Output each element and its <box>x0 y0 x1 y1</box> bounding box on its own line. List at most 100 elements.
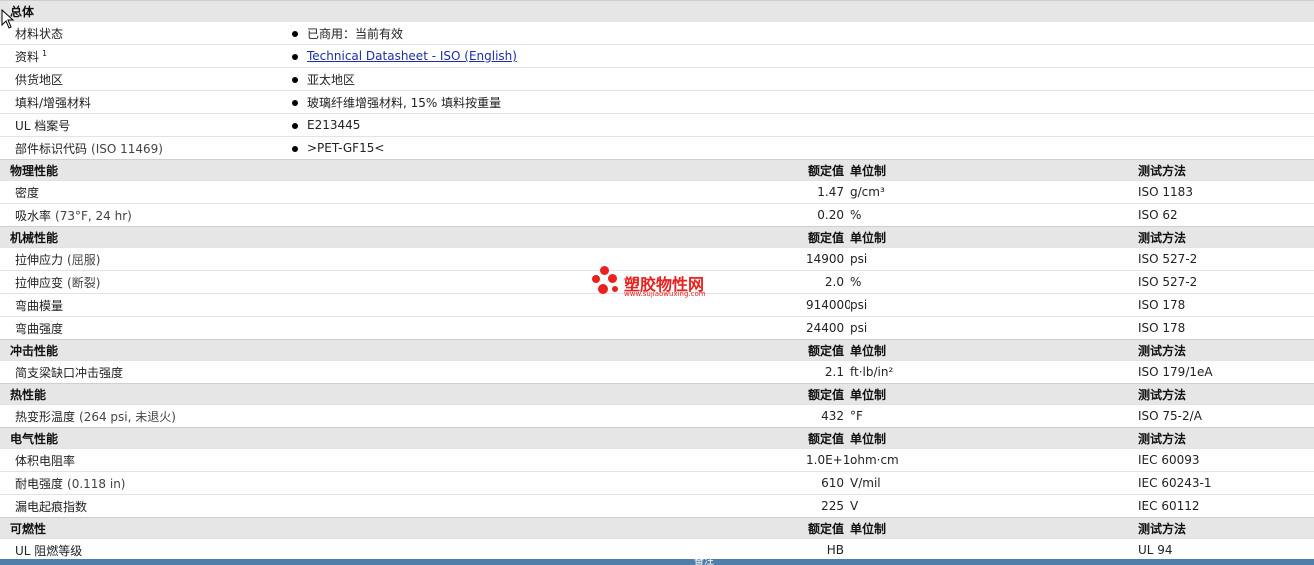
property-label: 拉伸应力 <box>15 252 64 267</box>
nominal-value: 24400 <box>806 316 850 340</box>
property-label: UL 档案号 <box>15 118 71 133</box>
nominal-value: 610 <box>806 471 850 495</box>
header-unit: 单位制 <box>850 159 1138 181</box>
property-label: 部件标识代码 <box>15 141 88 156</box>
property-cell: 拉伸应变 (断裂) <box>0 270 286 294</box>
header-value: 额定值 <box>806 159 850 181</box>
nominal-value: 2.1 <box>806 360 850 384</box>
section-header: 冲击性能 额定值 单位制 测试方法 <box>0 339 1314 361</box>
property-label: 热变形温度 <box>15 409 76 424</box>
property-label: 体积电阻率 <box>15 453 76 468</box>
section-spacer <box>286 0 1314 22</box>
unit-value: ft·lb/in² <box>850 360 1138 384</box>
property-condition: (屈服) <box>67 252 101 267</box>
test-method: ISO 527-2 <box>1138 247 1314 271</box>
property-label: UL 阻燃等级 <box>15 543 83 558</box>
header-method: 测试方法 <box>1138 427 1314 449</box>
table-row: 供货地区 亚太地区 <box>0 67 1314 91</box>
section-title: 电气性能 <box>0 427 286 449</box>
property-condition: (73°F, 24 hr) <box>55 208 132 223</box>
property-label: 耐电强度 <box>15 476 64 491</box>
row-spacer <box>286 448 806 472</box>
property-label: 资料 <box>15 49 40 64</box>
bullet-icon <box>292 100 298 106</box>
unit-value: psi <box>850 316 1138 340</box>
property-cell: 热变形温度 (264 psi, 未退火) <box>0 404 286 428</box>
row-spacer <box>286 360 806 384</box>
datasheet-link[interactable]: Technical Datasheet - ISO (English) <box>307 49 517 63</box>
unit-value <box>850 538 1138 561</box>
property-label: 弯曲模量 <box>15 298 64 313</box>
table-row: 耐电强度 (0.118 in) 610 V/mil IEC 60243-1 <box>0 471 1314 495</box>
header-value: 额定值 <box>806 517 850 539</box>
nominal-value: 2.0 <box>806 270 850 294</box>
watermark-url: www.sujiaowuxing.com <box>624 290 706 298</box>
row-spacer <box>286 203 806 227</box>
property-cell: 弯曲强度 <box>0 316 286 340</box>
header-method: 测试方法 <box>1138 339 1314 361</box>
nominal-value: 1.0E+17 <box>806 448 850 472</box>
test-method: IEC 60093 <box>1138 448 1314 472</box>
value-cell: 已商用：当前有效 <box>286 21 1314 45</box>
table-row: 简支梁缺口冲击强度 2.1 ft·lb/in² ISO 179/1eA <box>0 360 1314 384</box>
test-method: ISO 178 <box>1138 293 1314 317</box>
property-label: 吸水率 <box>15 208 52 223</box>
property-cell: 部件标识代码 (ISO 11469) <box>0 136 286 160</box>
header-method: 测试方法 <box>1138 383 1314 405</box>
property-cell: 耐电强度 (0.118 in) <box>0 471 286 495</box>
section-header: 机械性能 额定值 单位制 测试方法 <box>0 226 1314 248</box>
table-row: 资料 1 Technical Datasheet - ISO (English) <box>0 44 1314 68</box>
property-condition: (断裂) <box>67 275 101 290</box>
property-label: 密度 <box>15 185 40 200</box>
footer-bar <box>0 559 1314 565</box>
section-spacer <box>286 226 806 248</box>
header-method: 测试方法 <box>1138 159 1314 181</box>
test-method: IEC 60112 <box>1138 494 1314 518</box>
table-row: 填料/增强材料 玻璃纤维增强材料, 15% 填料按重量 <box>0 90 1314 114</box>
test-method: UL 94 <box>1138 538 1314 561</box>
header-unit: 单位制 <box>850 383 1138 405</box>
property-label: 弯曲强度 <box>15 321 64 336</box>
property-label: 拉伸应变 <box>15 275 64 290</box>
header-value: 额定值 <box>806 226 850 248</box>
nominal-value: 0.20 <box>806 203 850 227</box>
table-row: 部件标识代码 (ISO 11469) >PET-GF15< <box>0 136 1314 160</box>
property-cell: 拉伸应力 (屈服) <box>0 247 286 271</box>
row-spacer <box>286 494 806 518</box>
property-value: 亚太地区 <box>307 72 356 87</box>
table-row: 体积电阻率 1.0E+17ohm·cmIEC 60093 <box>0 448 1314 472</box>
section-title: 机械性能 <box>0 226 286 248</box>
property-cell: 体积电阻率 <box>0 448 286 472</box>
test-method: ISO 527-2 <box>1138 270 1314 294</box>
property-condition: (ISO 11469) <box>91 141 163 156</box>
row-spacer <box>286 538 806 561</box>
section-header: 可燃性 额定值 单位制 测试方法 <box>0 517 1314 539</box>
row-spacer <box>286 316 806 340</box>
property-cell: UL 阻燃等级 <box>0 538 286 561</box>
property-label: 供货地区 <box>15 72 64 87</box>
row-spacer <box>286 404 806 428</box>
section-spacer <box>286 159 806 181</box>
header-method: 测试方法 <box>1138 226 1314 248</box>
section-spacer <box>286 517 806 539</box>
bullet-icon <box>292 145 298 152</box>
nominal-value: 432 <box>806 404 850 428</box>
nominal-value: HB <box>806 538 850 561</box>
unit-value: g/cm³ <box>850 180 1138 204</box>
property-cell: 弯曲模量 <box>0 293 286 317</box>
property-cell: 填料/增强材料 <box>0 90 286 114</box>
property-cell: 密度 <box>0 180 286 204</box>
property-label: 漏电起痕指数 <box>15 499 88 514</box>
section-spacer <box>286 339 806 361</box>
header-unit: 单位制 <box>850 517 1138 539</box>
header-method: 测试方法 <box>1138 517 1314 539</box>
unit-value: V/mil <box>850 471 1138 495</box>
section-title: 总体 <box>0 0 286 22</box>
bullet-icon <box>292 77 298 83</box>
test-method: ISO 1183 <box>1138 180 1314 204</box>
property-cell: UL 档案号 <box>0 113 286 137</box>
row-spacer <box>286 180 806 204</box>
test-method: ISO 179/1eA <box>1138 360 1314 384</box>
table-row: 热变形温度 (264 psi, 未退火) 432 °F ISO 75-2/A <box>0 404 1314 428</box>
property-value: 玻璃纤维增强材料, 15% 填料按重量 <box>307 95 502 110</box>
